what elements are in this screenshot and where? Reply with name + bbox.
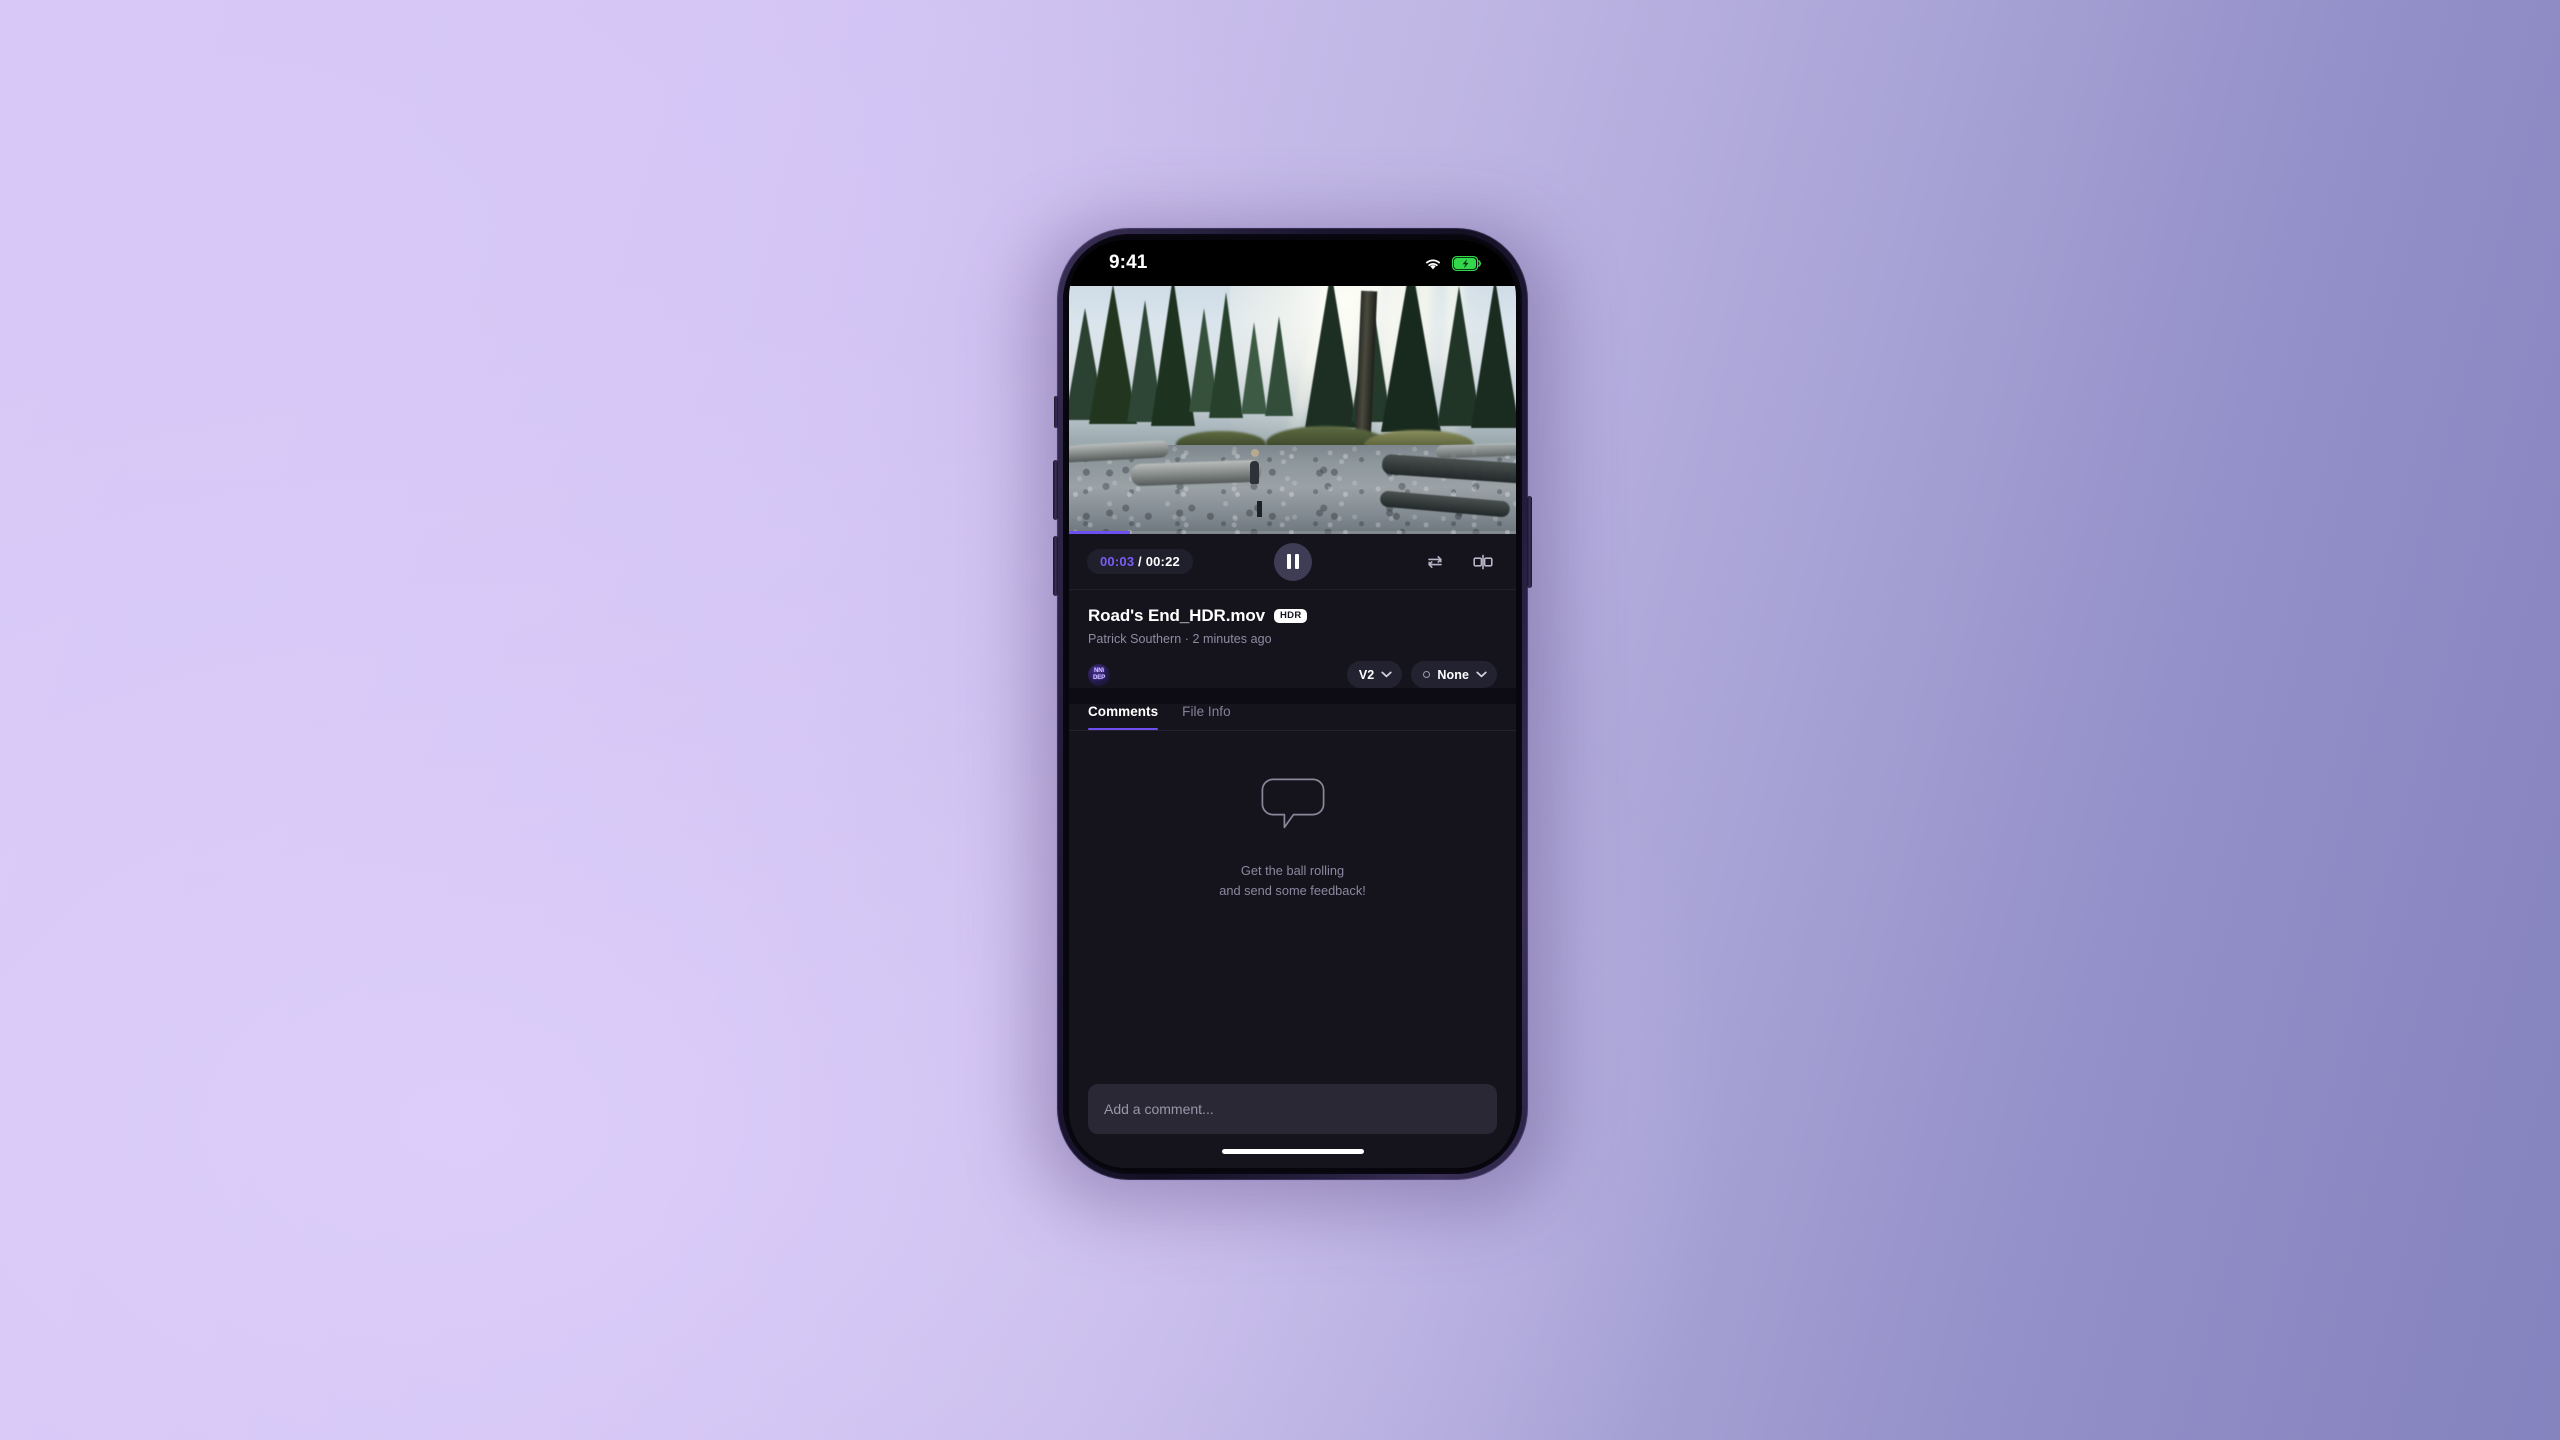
version-label: V2 — [1358, 667, 1375, 682]
loop-icon[interactable] — [1424, 551, 1446, 573]
tree — [1241, 322, 1267, 414]
speech-bubble-icon — [1260, 777, 1326, 835]
file-name: Road's End_HDR.mov — [1088, 606, 1265, 625]
hiker-body — [1250, 461, 1260, 485]
title-row: Road's End_HDR.mov HDR — [1088, 606, 1497, 626]
status-time: 9:41 — [1109, 252, 1148, 273]
video-frame — [1069, 286, 1516, 534]
empty-state-text: Get the ball rolling and send some feedb… — [1219, 861, 1366, 901]
tree — [1471, 286, 1516, 428]
silence-switch[interactable] — [1054, 396, 1058, 428]
duration: 00:22 — [1145, 554, 1180, 569]
file-metadata: Road's End_HDR.mov HDR Patrick Southern … — [1069, 590, 1516, 688]
comment-input[interactable] — [1088, 1084, 1497, 1134]
tree — [1381, 286, 1441, 432]
empty-state-line-2: and send some feedback! — [1219, 882, 1366, 898]
notch — [1198, 240, 1387, 270]
hdr-badge: HDR — [1274, 608, 1308, 624]
hiker-head — [1250, 449, 1259, 458]
current-time: 00:03 — [1100, 554, 1135, 569]
player-controls: 00:03 / 00:22 — [1069, 534, 1516, 590]
volume-up-button[interactable] — [1053, 460, 1058, 520]
chevron-down-icon — [1381, 671, 1392, 678]
status-bar: 9:41 — [1069, 240, 1516, 286]
status-label: None — [1437, 667, 1469, 682]
device-screen: 9:41 00:03 / 00:22 Road's End_HDR.mov HD… — [1069, 240, 1516, 1168]
hiker-legs — [1256, 500, 1262, 517]
video-player[interactable] — [1069, 286, 1516, 534]
tree — [1209, 292, 1243, 418]
empty-state-line-1: Get the ball rolling — [1240, 863, 1345, 878]
status-selector[interactable]: None — [1411, 661, 1497, 688]
status-dot-icon — [1423, 671, 1431, 678]
volume-down-button[interactable] — [1053, 536, 1058, 596]
selectors-row: NN\ DEP V2 None — [1088, 661, 1497, 688]
workspace-avatar[interactable]: NN\ DEP — [1088, 663, 1110, 686]
device-frame: 9:41 00:03 / 00:22 Road's End_HDR.mov HD… — [1053, 228, 1532, 1180]
avatar-line-2: DEP — [1092, 673, 1106, 681]
play-pause-button[interactable] — [1273, 542, 1312, 581]
tab-comments[interactable]: Comments — [1088, 704, 1159, 730]
home-indicator-area — [1069, 1134, 1516, 1168]
tab-file-info[interactable]: File Info — [1182, 704, 1230, 730]
tree — [1265, 316, 1293, 416]
status-indicators — [1423, 255, 1482, 271]
home-indicator[interactable] — [1221, 1148, 1364, 1154]
power-button[interactable] — [1527, 496, 1532, 588]
chevron-down-icon — [1476, 671, 1487, 678]
file-byline: Patrick Southern · 2 minutes ago — [1088, 632, 1272, 646]
tree — [1305, 286, 1357, 428]
wifi-icon — [1423, 256, 1443, 271]
battery-charging-icon — [1452, 255, 1482, 271]
comments-panel: Get the ball rolling and send some feedb… — [1069, 731, 1516, 1074]
timecode-display: 00:03 / 00:22 — [1087, 549, 1193, 574]
tab-bar: Comments File Info — [1069, 704, 1516, 731]
avatar-mark: NN\ DEP — [1088, 664, 1110, 686]
compare-split-icon[interactable] — [1472, 551, 1494, 573]
selector-group: V2 None — [1346, 661, 1497, 688]
time-separator: / — [1134, 554, 1146, 569]
video-progress-bar[interactable] — [1069, 531, 1516, 534]
secondary-controls — [1424, 551, 1498, 573]
phone-device: 9:41 00:03 / 00:22 Road's End_HDR.mov HD… — [1031, 222, 1554, 1210]
version-selector[interactable]: V2 — [1346, 661, 1403, 688]
pause-icon — [1286, 554, 1299, 569]
comment-composer — [1069, 1074, 1516, 1134]
video-progress-fill — [1069, 531, 1130, 534]
